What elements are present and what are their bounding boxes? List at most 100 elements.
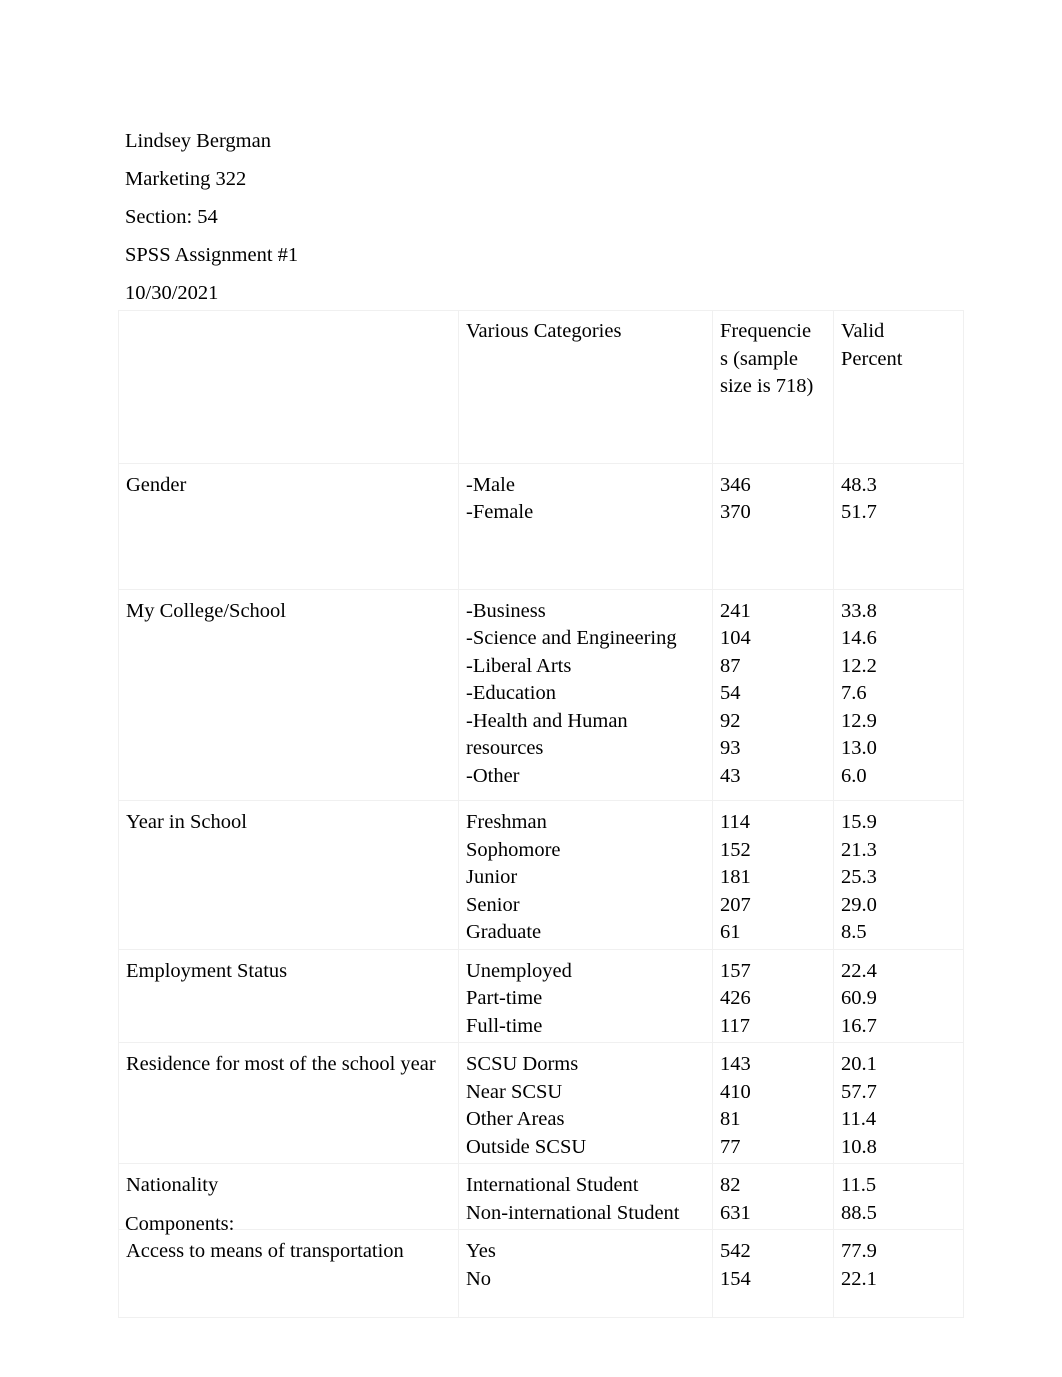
category-item: -Science and Engineering bbox=[466, 627, 677, 649]
category-item: No bbox=[466, 1267, 492, 1290]
row-frequencies-cell: 346 370 bbox=[712, 462, 834, 590]
row-categories-cell: SCSU Dorms Near SCSU Other Areas Outside… bbox=[458, 1042, 713, 1164]
valid-percent-value: 7.6 bbox=[841, 682, 867, 704]
frequency-value: 157 bbox=[720, 959, 751, 982]
header-line-section: Section: 54 bbox=[125, 206, 218, 228]
valid-percent-value: 29.0 bbox=[841, 893, 877, 916]
category-item: Other Areas bbox=[466, 1108, 565, 1130]
category-item: Graduate bbox=[466, 921, 542, 943]
category-item: -Education bbox=[466, 682, 556, 704]
row-frequencies-cell: 143 410 81 77 bbox=[712, 1042, 834, 1164]
valid-percent-value: 48.3 bbox=[841, 473, 877, 496]
frequency-value: 241 bbox=[720, 599, 751, 622]
row-label: Residence for most of the school year bbox=[126, 1053, 436, 1075]
category-item: Near SCSU bbox=[466, 1080, 563, 1103]
row-categories-cell: Yes No bbox=[458, 1229, 713, 1318]
category-item: -Other bbox=[466, 764, 520, 787]
category-item: Part-time bbox=[466, 987, 543, 1009]
valid-percent-value: 88.5 bbox=[841, 1201, 877, 1224]
valid-percent-value: 16.7 bbox=[841, 1014, 877, 1037]
valid-percent-value: 6.0 bbox=[841, 764, 867, 787]
header-cell-blank bbox=[118, 310, 459, 464]
row-label: Nationality bbox=[126, 1174, 219, 1196]
valid-percent-value: 8.5 bbox=[841, 921, 867, 943]
row-frequencies-cell: 82 631 bbox=[712, 1163, 834, 1230]
row-frequencies-cell: 542 154 bbox=[712, 1229, 834, 1318]
table-row: Year in School Freshman Sophomore Junior… bbox=[118, 800, 964, 950]
valid-percent-value: 77.9 bbox=[841, 1240, 877, 1262]
frequency-value: 104 bbox=[720, 627, 751, 649]
category-item: -Female bbox=[466, 501, 534, 523]
row-frequencies-cell: 241 104 87 54 92 93 43 bbox=[712, 588, 834, 801]
row-categories-cell: Unemployed Part-time Full-time bbox=[458, 948, 713, 1043]
row-categories-cell: -Business -Science and Engineering -Libe… bbox=[458, 588, 713, 801]
row-categories-cell: -Male -Female bbox=[458, 462, 713, 590]
row-label: My College/School bbox=[126, 599, 287, 622]
header-categories-text: Various Categories bbox=[466, 320, 622, 342]
table-row: Residence for most of the school year SC… bbox=[118, 1042, 964, 1164]
category-item: Yes bbox=[466, 1240, 496, 1262]
category-item: Unemployed bbox=[466, 959, 572, 982]
header-line-name: Lindsey Bergman bbox=[125, 130, 271, 152]
valid-percent-value: 33.8 bbox=[841, 599, 877, 622]
valid-percent-value: 20.1 bbox=[841, 1053, 877, 1075]
category-item: -Business bbox=[466, 599, 546, 622]
row-label-cell: Employment Status bbox=[118, 948, 459, 1043]
valid-percent-value: 25.3 bbox=[841, 866, 877, 888]
frequency-value: 114 bbox=[720, 811, 750, 833]
row-label-cell: Access to means of transportation bbox=[118, 1229, 459, 1318]
header-valid-percent-line-1: Valid bbox=[841, 320, 885, 342]
row-valid-percent-cell: 11.5 88.5 bbox=[833, 1163, 964, 1230]
valid-percent-value: 11.4 bbox=[841, 1108, 877, 1130]
row-valid-percent-cell: 33.8 14.6 12.2 7.6 12.9 13.0 6.0 bbox=[833, 588, 964, 801]
frequency-value: 346 bbox=[720, 473, 751, 496]
valid-percent-value: 12.2 bbox=[841, 654, 877, 677]
header-valid-percent-line-2: Percent bbox=[841, 347, 903, 370]
header-frequencies-line-1: Frequencie bbox=[720, 320, 812, 342]
row-categories-cell: Freshman Sophomore Junior Senior Graduat… bbox=[458, 800, 713, 950]
valid-percent-value: 57.7 bbox=[841, 1080, 877, 1103]
frequency-value: 54 bbox=[720, 682, 741, 704]
valid-percent-value: 11.5 bbox=[841, 1174, 877, 1196]
category-item: Senior bbox=[466, 893, 520, 916]
row-label: Gender bbox=[126, 473, 187, 496]
valid-percent-value: 12.9 bbox=[841, 709, 877, 732]
frequency-value: 631 bbox=[720, 1201, 751, 1224]
valid-percent-value: 60.9 bbox=[841, 987, 877, 1009]
header-cell-valid-percent: Valid Percent bbox=[833, 310, 964, 464]
valid-percent-value: 21.3 bbox=[841, 838, 877, 861]
document-page: Lindsey Bergman Marketing 322 Section: 5… bbox=[0, 0, 1062, 1377]
row-categories-cell: International Student Non-international … bbox=[458, 1163, 713, 1230]
table-row: My College/School -Business -Science and… bbox=[118, 588, 964, 801]
valid-percent-value: 22.4 bbox=[841, 959, 877, 982]
category-item: Junior bbox=[466, 866, 518, 888]
frequency-table: Various Categories Frequencie s (sample … bbox=[118, 310, 964, 1318]
frequency-value: 542 bbox=[720, 1240, 751, 1262]
category-item-continuation: resources bbox=[466, 737, 544, 759]
valid-percent-value: 10.8 bbox=[841, 1135, 877, 1158]
valid-percent-value: 22.1 bbox=[841, 1267, 877, 1290]
frequency-value: 61 bbox=[720, 921, 741, 943]
header-line-date: 10/30/2021 bbox=[125, 282, 219, 304]
header-line-course: Marketing 322 bbox=[125, 168, 247, 190]
frequency-value: 87 bbox=[720, 654, 741, 677]
header-cell-categories: Various Categories bbox=[458, 310, 713, 464]
frequency-value: 207 bbox=[720, 893, 751, 916]
table-header-row: Various Categories Frequencie s (sample … bbox=[118, 310, 964, 464]
row-valid-percent-cell: 48.3 51.7 bbox=[833, 462, 964, 590]
row-valid-percent-cell: 77.9 22.1 bbox=[833, 1229, 964, 1318]
frequency-value: 370 bbox=[720, 501, 751, 523]
frequency-value: 117 bbox=[720, 1014, 750, 1037]
valid-percent-value: 13.0 bbox=[841, 737, 877, 759]
row-frequencies-cell: 157 426 117 bbox=[712, 948, 834, 1043]
frequency-value: 181 bbox=[720, 866, 751, 888]
header-frequencies-line-2: s (sample bbox=[720, 347, 798, 370]
category-item: Sophomore bbox=[466, 838, 561, 861]
frequency-value: 43 bbox=[720, 764, 741, 787]
row-label-cell: Residence for most of the school year bbox=[118, 1042, 459, 1164]
table-row: Employment Status Unemployed Part-time F… bbox=[118, 948, 964, 1043]
frequency-value: 77 bbox=[720, 1135, 741, 1158]
row-label: Employment Status bbox=[126, 959, 288, 982]
frequency-value: 426 bbox=[720, 987, 751, 1009]
row-label-cell: My College/School bbox=[118, 588, 459, 801]
